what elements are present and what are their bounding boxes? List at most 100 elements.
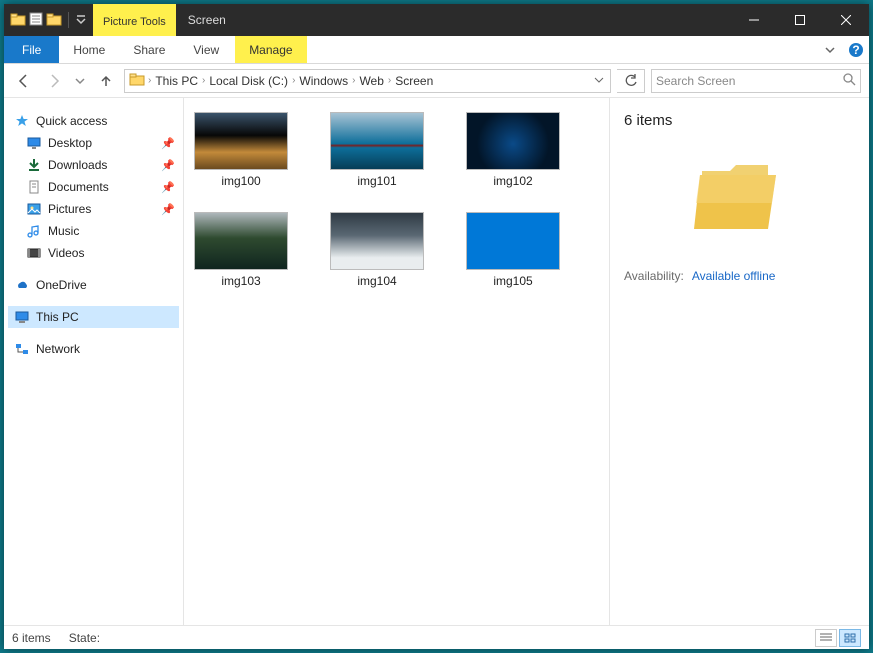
folder-icon (129, 71, 145, 90)
tab-manage[interactable]: Manage (235, 36, 306, 63)
music-icon (26, 223, 42, 239)
search-icon[interactable] (842, 72, 856, 89)
address-bar[interactable]: › This PC › Local Disk (C:) › Windows › … (124, 69, 611, 93)
file-thumbnail (330, 212, 424, 270)
sidebar-item-onedrive[interactable]: OneDrive (8, 274, 179, 296)
explorer-window: Picture Tools Screen File Home Share Vie… (4, 4, 869, 649)
details-availability: Availability: Available offline (624, 269, 855, 283)
videos-icon (26, 245, 42, 261)
ribbon-tabs: File Home Share View Manage ? (4, 36, 869, 64)
file-thumbnail (466, 112, 560, 170)
file-thumbnail (330, 112, 424, 170)
file-item[interactable]: img103 (194, 212, 288, 288)
breadcrumb[interactable]: Screen (392, 70, 436, 92)
file-thumbnail (194, 112, 288, 170)
file-item[interactable]: img104 (330, 212, 424, 288)
this-pc-icon (14, 309, 30, 325)
back-button[interactable] (12, 69, 36, 93)
close-button[interactable] (823, 4, 869, 36)
qat-divider (68, 12, 69, 28)
ribbon-expand-icon[interactable] (817, 36, 843, 63)
documents-icon (26, 179, 42, 195)
file-item[interactable]: img105 (466, 212, 560, 288)
sidebar-item-label: Music (48, 224, 79, 238)
file-thumbnail (194, 212, 288, 270)
sidebar-item-downloads[interactable]: Downloads📌 (8, 154, 179, 176)
address-bar-row: › This PC › Local Disk (C:) › Windows › … (4, 64, 869, 98)
pictures-icon (26, 201, 42, 217)
address-dropdown-icon[interactable] (590, 74, 608, 88)
breadcrumb[interactable]: This PC (152, 70, 201, 92)
view-large-icons-button[interactable] (839, 629, 861, 647)
status-item-count: 6 items (12, 631, 51, 645)
properties-icon[interactable] (28, 11, 44, 30)
file-name: img105 (493, 274, 532, 288)
file-item[interactable]: img101 (330, 112, 424, 188)
downloads-icon (26, 157, 42, 173)
tab-share[interactable]: Share (119, 36, 179, 63)
sidebar-item-label: Desktop (48, 136, 92, 150)
tab-home[interactable]: Home (59, 36, 119, 63)
breadcrumb[interactable]: Web (356, 70, 386, 92)
status-bar: 6 items State: (4, 625, 869, 649)
svg-text:?: ? (852, 43, 859, 57)
folder-large-icon (690, 145, 790, 245)
navigation-pane: Quick access Desktop 📌 Downloads📌 Documen… (4, 98, 184, 625)
star-icon (14, 113, 30, 129)
title-bar: Picture Tools Screen (4, 4, 869, 36)
sidebar-item-this-pc[interactable]: This PC (8, 306, 179, 328)
tool-tab-label: Picture Tools (103, 16, 166, 28)
details-header: 6 items (624, 112, 855, 129)
sidebar-item-videos[interactable]: Videos (8, 242, 179, 264)
network-icon (14, 341, 30, 357)
sidebar-item-music[interactable]: Music (8, 220, 179, 242)
file-name: img100 (221, 174, 260, 188)
search-input[interactable] (656, 74, 842, 88)
file-name: img103 (221, 274, 260, 288)
file-item[interactable]: img100 (194, 112, 288, 188)
up-button[interactable] (94, 69, 118, 93)
search-box[interactable] (651, 69, 861, 93)
pin-icon: 📌 (161, 159, 175, 172)
sidebar-item-pictures[interactable]: Pictures 📌 (8, 198, 179, 220)
forward-button[interactable] (42, 69, 66, 93)
pin-icon: 📌 (161, 203, 175, 216)
body: Quick access Desktop 📌 Downloads📌 Documen… (4, 98, 869, 625)
qat-customize-icon[interactable] (75, 13, 87, 28)
file-name: img102 (493, 174, 532, 188)
sidebar-item-desktop[interactable]: Desktop 📌 (8, 132, 179, 154)
window-title: Screen (176, 4, 731, 36)
folder-icon (10, 11, 26, 30)
file-grid: img100 img101 img102 img103 img104 img105 (194, 112, 599, 288)
status-state-label: State: (69, 631, 100, 645)
refresh-button[interactable] (617, 69, 645, 93)
availability-value: Available offline (692, 269, 776, 283)
file-item[interactable]: img102 (466, 112, 560, 188)
tab-view[interactable]: View (179, 36, 233, 63)
pin-icon: 📌 (161, 137, 175, 150)
sidebar-item-documents[interactable]: Documents📌 (8, 176, 179, 198)
file-name: img104 (357, 274, 396, 288)
maximize-button[interactable] (777, 4, 823, 36)
details-pane: 6 items Availability: Available offline (609, 98, 869, 625)
help-icon[interactable]: ? (843, 36, 869, 63)
view-details-button[interactable] (815, 629, 837, 647)
recent-locations-button[interactable] (72, 69, 88, 93)
file-name: img101 (357, 174, 396, 188)
contextual-tool-tab[interactable]: Picture Tools (93, 4, 176, 36)
sidebar-item-quick-access[interactable]: Quick access (8, 110, 179, 132)
file-view[interactable]: img100 img101 img102 img103 img104 img105 (184, 98, 609, 625)
pin-icon: 📌 (161, 181, 175, 194)
new-folder-icon[interactable] (46, 11, 62, 30)
cloud-icon (14, 277, 30, 293)
sidebar-item-label: Pictures (48, 202, 91, 216)
file-thumbnail (466, 212, 560, 270)
quick-access-toolbar (4, 4, 93, 36)
breadcrumb[interactable]: Windows (296, 70, 351, 92)
breadcrumb[interactable]: Local Disk (C:) (206, 70, 291, 92)
sidebar-item-label: Videos (48, 246, 84, 260)
minimize-button[interactable] (731, 4, 777, 36)
sidebar-item-network[interactable]: Network (8, 338, 179, 360)
sidebar-item-label: This PC (36, 310, 79, 324)
file-tab[interactable]: File (4, 36, 59, 63)
